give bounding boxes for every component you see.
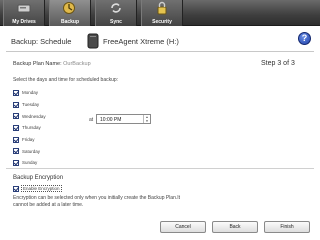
time-spinner[interactable]: ▲ ▼ [143, 115, 150, 123]
day-label: Saturday [22, 148, 41, 154]
step-indicator: Step 3 of 3 [261, 60, 295, 67]
day-checkbox[interactable] [13, 101, 19, 108]
top-tab-bar: My Drives Backup Sync Security [0, 0, 320, 26]
header-divider [6, 51, 314, 52]
back-button[interactable]: Back [212, 221, 258, 233]
tab-my-drives[interactable]: My Drives [3, 0, 45, 26]
at-label: at [89, 117, 94, 123]
encryption-title: Backup Encryption [13, 175, 64, 181]
day-label: Wednesday [22, 113, 46, 119]
lock-icon [142, 0, 182, 17]
day-thursday[interactable]: Thursday [13, 122, 46, 134]
day-label: Tuesday [22, 102, 40, 108]
day-label: Thursday [22, 125, 41, 131]
tab-label: My Drives [12, 19, 36, 25]
tab-sync[interactable]: Sync [95, 0, 137, 26]
tab-label: Backup [60, 19, 80, 25]
day-saturday[interactable]: Saturday [13, 145, 46, 157]
day-friday[interactable]: Friday [13, 134, 46, 146]
sync-icon [96, 0, 136, 17]
spin-down-icon[interactable]: ▼ [144, 119, 150, 123]
drive-name: FreeAgent Xtreme (H:) [103, 37, 179, 46]
plan-name-row: Backup Plan Name: OurBackup [13, 61, 91, 67]
time-picker[interactable]: 10:00 PM ▲ ▼ [96, 114, 151, 124]
day-monday[interactable]: Monday [13, 87, 46, 99]
drives-icon [4, 0, 44, 17]
day-tuesday[interactable]: Tuesday [13, 99, 46, 111]
plan-name-label: Backup Plan Name: [13, 61, 62, 67]
schedule-instructions: Select the days and time for scheduled b… [13, 77, 119, 83]
finish-button[interactable]: Finish [264, 221, 310, 233]
enable-encryption-row[interactable]: Enable Encryption [13, 185, 62, 192]
plan-name-value: OurBackup [63, 61, 91, 67]
tab-label: Sync [110, 19, 122, 25]
backup-icon [50, 0, 90, 17]
encryption-divider [6, 168, 314, 169]
day-wednesday[interactable]: Wednesday [13, 110, 46, 122]
tab-label: Security [152, 19, 172, 25]
day-list: Monday Tuesday Wednesday Thursday Friday… [13, 87, 46, 169]
day-checkbox[interactable] [13, 148, 19, 155]
day-checkbox[interactable] [13, 89, 19, 96]
tab-security[interactable]: Security [141, 0, 183, 26]
page-title: Backup: Schedule [11, 37, 72, 46]
time-value[interactable]: 10:00 PM [100, 117, 121, 123]
day-label: Sunday [22, 160, 38, 166]
cancel-button[interactable]: Cancel [160, 221, 206, 233]
enable-encryption-label: Enable Encryption [21, 185, 62, 192]
day-label: Friday [22, 137, 35, 143]
day-checkbox[interactable] [13, 124, 19, 131]
encryption-description: Encryption can be selected only when you… [13, 195, 181, 209]
day-checkbox[interactable] [13, 113, 19, 120]
day-label: Monday [22, 90, 39, 96]
help-icon[interactable]: ? [298, 32, 311, 45]
tab-backup[interactable]: Backup [49, 0, 91, 26]
enable-encryption-checkbox[interactable] [13, 185, 19, 192]
day-checkbox[interactable] [13, 159, 19, 166]
day-checkbox[interactable] [13, 136, 19, 143]
